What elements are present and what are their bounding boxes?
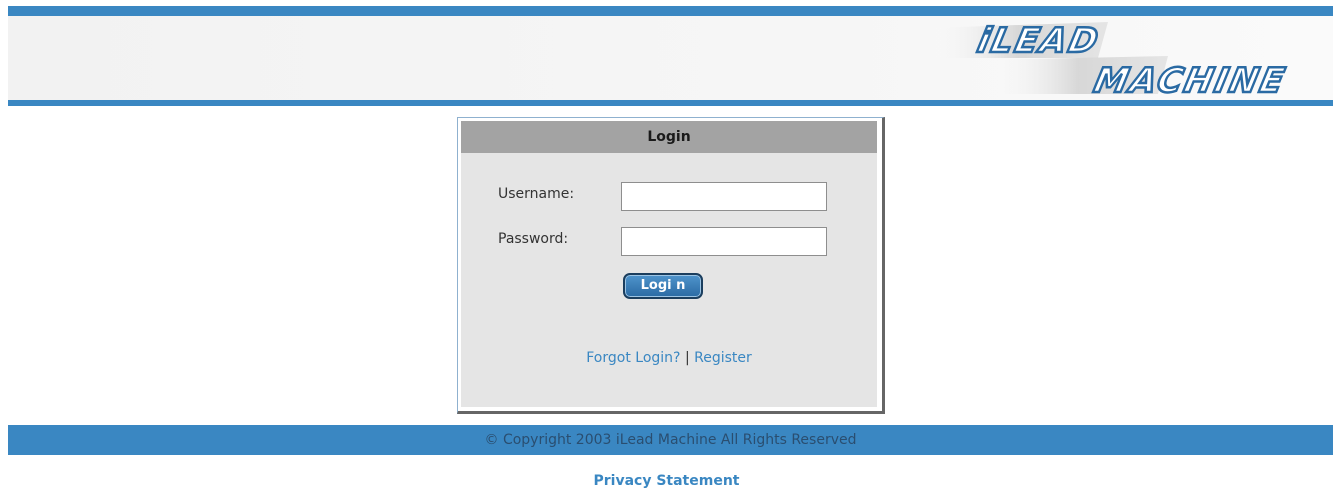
- register-link[interactable]: Register: [694, 350, 752, 366]
- login-button[interactable]: Logi n: [623, 273, 703, 299]
- top-accent-bar: [8, 6, 1333, 16]
- login-title: Login: [461, 121, 877, 153]
- link-separator: |: [684, 350, 690, 366]
- privacy-statement-link[interactable]: Privacy Statement: [594, 473, 740, 489]
- login-links: Forgot Login? | Register: [461, 350, 877, 366]
- login-panel: Login Username: Password: Logi n Forgot …: [457, 117, 885, 414]
- login-panel-body: Login Username: Password: Logi n Forgot …: [461, 121, 877, 407]
- password-label: Password:: [498, 231, 569, 247]
- logo-line-1: iLEAD: [974, 21, 1103, 61]
- ilead-machine-logo: iLEAD MACHINE: [928, 20, 1291, 98]
- privacy-row: Privacy Statement: [0, 473, 1333, 489]
- username-label: Username:: [498, 186, 575, 202]
- header-accent-bar: [8, 100, 1333, 106]
- logo-line-2: MACHINE: [1090, 61, 1289, 98]
- username-input[interactable]: [621, 182, 827, 211]
- copyright-text: © Copyright 2003 iLead Machine All Right…: [484, 432, 857, 448]
- password-input[interactable]: [621, 227, 827, 256]
- forgot-login-link[interactable]: Forgot Login?: [586, 350, 680, 366]
- footer-bar: © Copyright 2003 iLead Machine All Right…: [8, 425, 1333, 455]
